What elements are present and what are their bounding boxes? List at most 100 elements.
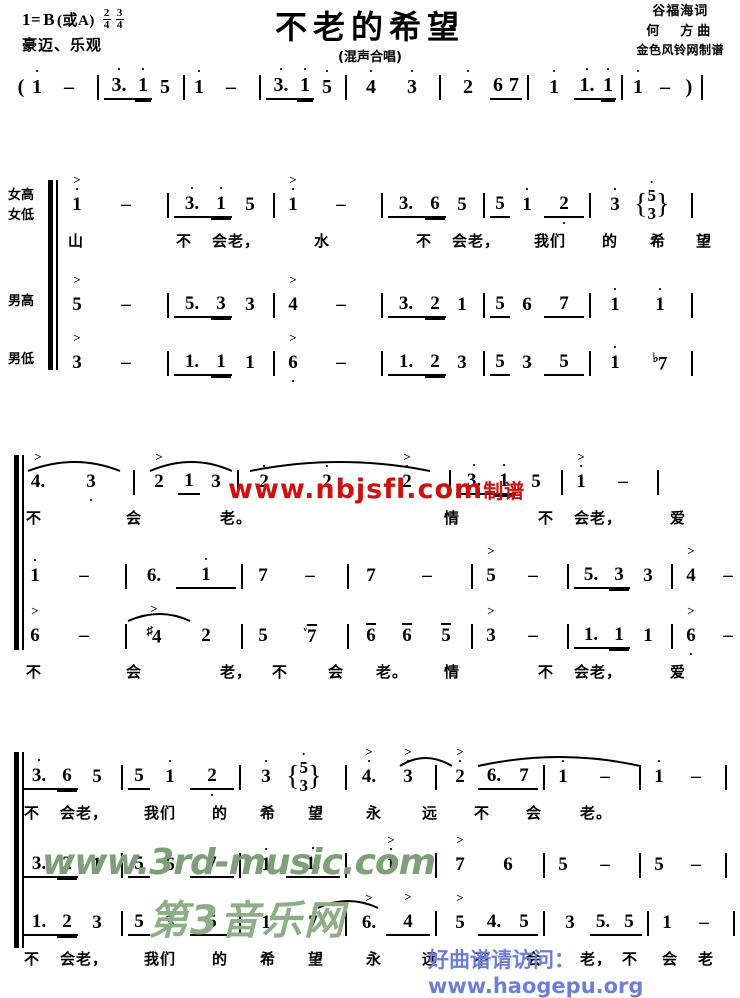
note: 5 (558, 854, 568, 875)
note: 5 (258, 625, 268, 646)
barline (647, 910, 649, 936)
note: 6 > (22, 604, 48, 647)
barline (237, 469, 239, 495)
note: 2 > (140, 450, 178, 493)
lyric-syllable: 远 (422, 804, 439, 822)
note: 4 · (366, 62, 376, 98)
lyric-syllable: 会老， (574, 663, 623, 681)
lyric-syllable: 不 (622, 950, 639, 968)
barline (439, 74, 441, 100)
upper-note-line: 4. > 3 · 2 > 1 3 2 · 2 · 2 · > 3. · 1 · 5 1 · > – (22, 450, 664, 506)
note: 5 (544, 351, 584, 376)
barline (239, 852, 241, 878)
barline (589, 192, 591, 218)
soprano-note-line: 1 · > – 3. · 1 · 5 1 · > – 3. 6 5 5 1 · 2 · 3 · {… (64, 173, 698, 229)
dash: – (660, 75, 670, 98)
note: 2 · (544, 193, 584, 229)
note: 3. (22, 853, 56, 878)
note: 1 · (134, 62, 152, 100)
dash: – (723, 625, 733, 646)
note: 4 > (280, 273, 306, 316)
bass-note-line: 1. 2 3 5 3 5 1 7 6. > 4 > 5 > 4. 5 3 5. 5 1… (22, 890, 740, 940)
lyric-syllable: 会 (662, 950, 679, 968)
note: 3 (211, 471, 221, 492)
note: 5 (457, 194, 467, 215)
note: 7 (506, 74, 522, 100)
note: 1 (457, 294, 467, 315)
accent-icon: > (387, 832, 395, 847)
note: 6. (146, 565, 162, 586)
barline (567, 623, 569, 649)
barline (543, 764, 545, 790)
note-flat: ♭7 (652, 350, 668, 375)
note: 1 · (610, 339, 620, 373)
lyric-syllable: 希 (260, 804, 277, 822)
note: 1 · (30, 552, 40, 586)
note: 1 (178, 470, 200, 495)
accent-icon: > (365, 744, 373, 759)
lyric-syllable: 的 (212, 804, 229, 822)
note: 7 (258, 565, 268, 586)
note: 3 > (478, 604, 504, 647)
note: 5 (245, 194, 255, 215)
dash: – (336, 352, 346, 373)
note: 5 (490, 293, 510, 318)
note: 5 (160, 75, 170, 98)
note: 6. (478, 765, 510, 790)
bass-lyric-line: 不 会老， 我们 的 希 望 永 远 不 会 老， 不 会 老 (22, 948, 722, 974)
note: 5 (441, 623, 451, 646)
credit-lyricist: 谷福海词 (652, 4, 709, 19)
tenor-note-line: 3. 2 1 5 6 7 1 · 1. · 1 · > 7 > 6 5 – 5 – (22, 833, 732, 882)
barline (725, 764, 727, 790)
chord-group: { 5 · 3 · } (286, 747, 340, 795)
barline (167, 350, 169, 376)
note: 5. (590, 911, 616, 936)
note: 6 (424, 193, 446, 218)
note: 6 (56, 765, 78, 790)
note: 7 (366, 565, 376, 586)
barline (121, 852, 123, 878)
note: 1 · (549, 62, 559, 98)
note-breath: ᵛ7 (303, 623, 317, 648)
brace-left-icon: { (634, 188, 648, 220)
barline (239, 910, 241, 936)
lyric-syllable: 老 (698, 950, 715, 968)
dash: – (336, 194, 346, 215)
note: 1 · > (64, 173, 90, 216)
note: 7 (544, 293, 584, 318)
note: 3. · (266, 62, 296, 100)
barline (381, 350, 383, 376)
dash: – (528, 625, 538, 646)
lyric-syllable: 的 (602, 232, 619, 250)
page-title: 不老的希望 (274, 8, 465, 46)
note: 1 · > (280, 173, 306, 216)
dash: – (618, 471, 628, 492)
lyric-syllable: 不 (474, 950, 491, 968)
lyric-syllable: 不 (538, 663, 555, 681)
note: 2 (201, 625, 211, 646)
barline (671, 563, 673, 589)
lyric-syllable: 老。 (580, 804, 613, 822)
lyric-syllable: 不 (538, 509, 555, 527)
note: 1. · (574, 62, 600, 100)
lyric-syllable: 老。 (376, 663, 409, 681)
lyric-syllable: 老， (580, 950, 613, 968)
note: 2 · > (442, 745, 478, 788)
brace-left-icon: { (286, 760, 300, 792)
barline (691, 292, 693, 318)
dash: – (305, 565, 315, 586)
tenor-note-line: 1 · – 6. 1 · 7 – 7 – 5 > – 5. 3 3 4 > – (22, 544, 740, 593)
note: 5 (616, 911, 642, 936)
barline (639, 764, 641, 790)
note: 1. (388, 351, 424, 376)
lyric-syllable: 不 (26, 509, 43, 527)
lyric-syllable: 不 (176, 232, 193, 250)
lyric-syllable: 不 (26, 663, 43, 681)
barline (345, 74, 347, 100)
note: 3. · (456, 458, 492, 495)
barline (133, 469, 135, 495)
dash: – (699, 912, 709, 933)
lyric-syllable: 情 (444, 663, 461, 681)
note: 3 · > (386, 745, 430, 788)
note: 3 (210, 293, 232, 318)
